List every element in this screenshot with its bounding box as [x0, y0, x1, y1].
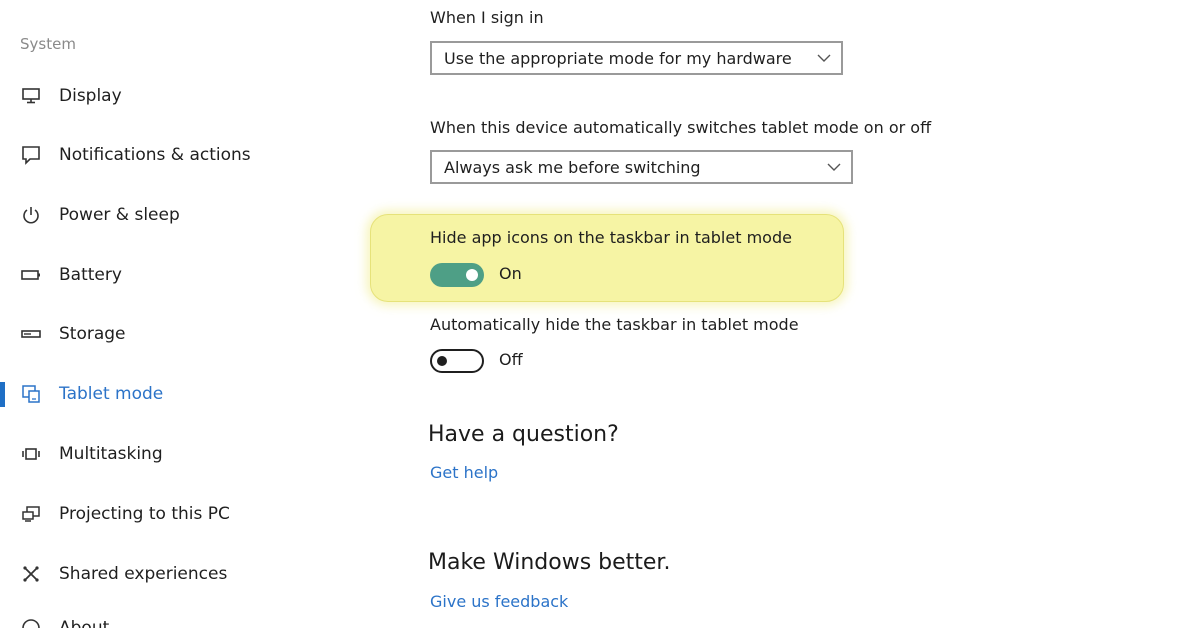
- info-icon: [20, 617, 42, 628]
- battery-icon: [20, 264, 42, 286]
- sign-in-label: When I sign in: [430, 8, 544, 27]
- sidebar-item-storage[interactable]: Storage: [0, 314, 370, 354]
- auto-hide-taskbar-label: Automatically hide the taskbar in tablet…: [430, 315, 799, 334]
- projecting-icon: [20, 503, 42, 525]
- sign-in-dropdown-value: Use the appropriate mode for my hardware: [444, 48, 792, 68]
- shared-experiences-icon: [20, 563, 42, 585]
- sidebar-item-label: Display: [59, 86, 122, 106]
- give-feedback-link[interactable]: Give us feedback: [430, 592, 568, 611]
- sidebar-item-label: Storage: [59, 324, 126, 344]
- auto-hide-taskbar-state: Off: [499, 350, 523, 369]
- hide-app-icons-toggle[interactable]: [430, 263, 484, 287]
- sidebar-item-tablet-mode[interactable]: Tablet mode: [0, 374, 370, 414]
- sidebar-item-shared-experiences[interactable]: Shared experiences: [0, 554, 370, 594]
- sidebar-item-display[interactable]: Display: [0, 76, 370, 116]
- chevron-down-icon: [827, 163, 841, 171]
- sidebar-item-label: Power & sleep: [59, 205, 180, 225]
- tablet-mode-icon: [20, 383, 42, 405]
- multitasking-icon: [20, 443, 42, 465]
- chevron-down-icon: [817, 54, 831, 62]
- sidebar-section-title: System: [20, 35, 76, 53]
- sidebar-item-label: Multitasking: [59, 444, 163, 464]
- sidebar-item-notifications[interactable]: Notifications & actions: [0, 135, 370, 175]
- sidebar-item-power-sleep[interactable]: Power & sleep: [0, 195, 370, 235]
- main-content: When I sign in Use the appropriate mode …: [370, 0, 1196, 628]
- settings-window: System Display Notifications & actions P…: [0, 0, 1196, 628]
- get-help-link[interactable]: Get help: [430, 463, 498, 482]
- sidebar-item-label: Tablet mode: [59, 384, 164, 404]
- auto-hide-taskbar-toggle[interactable]: [430, 349, 484, 373]
- sidebar-item-label: About: [59, 618, 110, 628]
- auto-switch-dropdown[interactable]: Always ask me before switching: [430, 150, 853, 184]
- sidebar-item-label: Projecting to this PC: [59, 504, 230, 524]
- have-a-question-heading: Have a question?: [428, 422, 619, 447]
- sidebar-item-about[interactable]: About: [0, 608, 370, 628]
- sidebar-item-battery[interactable]: Battery: [0, 255, 370, 295]
- toggle-knob: [437, 356, 447, 366]
- sidebar-item-label: Shared experiences: [59, 564, 228, 584]
- sidebar-item-multitasking[interactable]: Multitasking: [0, 434, 370, 474]
- hide-app-icons-label: Hide app icons on the taskbar in tablet …: [430, 228, 792, 247]
- hide-app-icons-state: On: [499, 264, 522, 283]
- auto-switch-dropdown-value: Always ask me before switching: [444, 157, 701, 177]
- toggle-knob: [466, 269, 478, 281]
- message-icon: [20, 144, 42, 166]
- auto-switch-label: When this device automatically switches …: [430, 118, 932, 137]
- monitor-icon: [20, 85, 42, 107]
- sidebar-item-label: Battery: [59, 265, 122, 285]
- storage-icon: [20, 323, 42, 345]
- power-icon: [20, 204, 42, 226]
- sign-in-dropdown[interactable]: Use the appropriate mode for my hardware: [430, 41, 843, 75]
- sidebar-item-label: Notifications & actions: [59, 145, 251, 165]
- sidebar-item-projecting[interactable]: Projecting to this PC: [0, 494, 370, 534]
- make-windows-better-heading: Make Windows better.: [428, 550, 671, 575]
- sidebar: System Display Notifications & actions P…: [0, 0, 380, 628]
